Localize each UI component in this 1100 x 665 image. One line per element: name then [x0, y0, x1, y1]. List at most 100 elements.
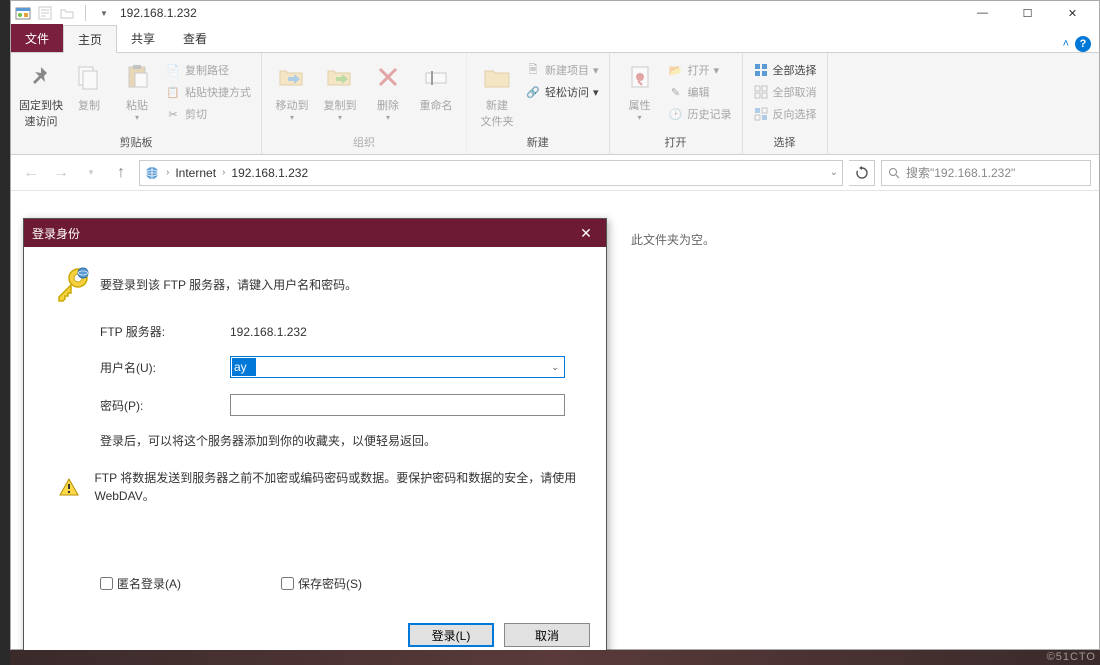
qat-properties-icon[interactable]	[37, 5, 53, 21]
tab-view[interactable]: 查看	[169, 24, 221, 52]
help-icon[interactable]: ?	[1075, 36, 1091, 52]
copy-to-button[interactable]: 复制到▾	[316, 59, 364, 124]
search-box[interactable]: 搜索"192.168.1.232"	[881, 160, 1091, 186]
group-open-label: 打开	[665, 132, 687, 152]
address-box[interactable]: › Internet › 192.168.1.232 ⌄	[139, 160, 843, 186]
new-folder-button[interactable]: 新建 文件夹	[473, 59, 521, 131]
breadcrumb-internet[interactable]: Internet	[175, 166, 216, 180]
nav-back-button[interactable]: ←	[19, 161, 43, 185]
anonymous-checkbox[interactable]: 匿名登录(A)	[100, 575, 181, 592]
paste-shortcut-icon: 📋	[165, 84, 181, 100]
cancel-button[interactable]: 取消	[504, 623, 590, 647]
copy-path-button[interactable]: 📄复制路径	[161, 59, 255, 81]
save-password-checkbox-input[interactable]	[281, 577, 294, 590]
server-value: 192.168.1.232	[230, 325, 307, 339]
minimize-button[interactable]: —	[960, 1, 1005, 25]
password-input[interactable]	[230, 394, 565, 416]
copy-icon	[73, 61, 105, 93]
app-icon	[15, 5, 31, 21]
dialog-close-button[interactable]: ✕	[566, 219, 606, 247]
group-clipboard-label: 剪贴板	[120, 132, 153, 152]
pin-button[interactable]: 固定到快 速访问	[17, 59, 65, 131]
select-none-button[interactable]: 全部取消	[749, 81, 821, 103]
username-label: 用户名(U):	[100, 359, 230, 376]
copy-path-icon: 📄	[165, 62, 181, 78]
menubar: 文件 主页 共享 查看 ˄ ?	[11, 25, 1099, 53]
cut-button[interactable]: ✂剪切	[161, 103, 255, 125]
window-title: 192.168.1.232	[120, 6, 197, 20]
refresh-button[interactable]	[849, 160, 875, 186]
anonymous-checkbox-input[interactable]	[100, 577, 113, 590]
edit-icon: ✎	[668, 84, 684, 100]
server-label: FTP 服务器:	[100, 323, 230, 340]
paste-button[interactable]: 粘贴 ▾	[113, 59, 161, 124]
maximize-button[interactable]: ☐	[1005, 1, 1050, 25]
paste-shortcut-button[interactable]: 📋粘贴快捷方式	[161, 81, 255, 103]
tab-share[interactable]: 共享	[117, 24, 169, 52]
open-icon: 📂	[668, 62, 684, 78]
ribbon: 固定到快 速访问 复制 粘贴 ▾ 📄复制路径 📋粘贴快捷方式 ✂剪切 剪贴板	[11, 53, 1099, 155]
address-dropdown-icon[interactable]: ⌄	[830, 167, 838, 178]
rename-icon	[420, 61, 452, 93]
key-icon	[53, 265, 91, 303]
copy-button[interactable]: 复制	[65, 59, 113, 115]
dialog-intro: 要登录到该 FTP 服务器，请键入用户名和密码。	[100, 276, 357, 293]
titlebar: ▼ 192.168.1.232 — ☐ ✕	[11, 1, 1099, 25]
history-icon: 🕑	[668, 106, 684, 122]
nav-forward-button[interactable]: →	[49, 161, 73, 185]
new-item-icon: 🗎	[525, 62, 541, 78]
move-to-button[interactable]: 移动到▾	[268, 59, 316, 124]
file-menu[interactable]: 文件	[11, 24, 63, 52]
group-organize-label: 组织	[353, 132, 375, 152]
save-password-label: 保存密码(S)	[298, 575, 362, 592]
properties-button[interactable]: 属性▾	[616, 59, 664, 124]
chevron-down-icon[interactable]: ⌄	[546, 357, 564, 377]
search-placeholder: 搜索"192.168.1.232"	[906, 164, 1015, 181]
edit-button[interactable]: ✎编辑	[664, 81, 736, 103]
qat-newfolder-icon[interactable]	[59, 5, 75, 21]
delete-button[interactable]: 删除▾	[364, 59, 412, 124]
password-label: 密码(P):	[100, 397, 230, 414]
copy-to-icon	[324, 61, 356, 93]
dialog-title: 登录身份	[32, 225, 80, 242]
new-item-button[interactable]: 🗎新建项目 ▾	[521, 59, 603, 81]
cut-icon: ✂	[165, 106, 181, 122]
login-button[interactable]: 登录(L)	[408, 623, 494, 647]
new-folder-icon	[481, 61, 513, 93]
ribbon-collapse-icon[interactable]: ˄	[1063, 38, 1069, 50]
search-icon	[888, 167, 900, 179]
security-note: FTP 将数据发送到服务器之前不加密或编码密码或数据。要保护密码和数据的安全，请…	[94, 469, 586, 505]
internet-icon	[144, 165, 160, 181]
username-input[interactable]	[232, 358, 256, 376]
breadcrumb-host[interactable]: 192.168.1.232	[231, 166, 308, 180]
select-all-icon	[753, 62, 769, 78]
move-to-icon	[276, 61, 308, 93]
username-combobox[interactable]: ⌄	[230, 356, 565, 378]
history-button[interactable]: 🕑历史记录	[664, 103, 736, 125]
delete-icon	[372, 61, 404, 93]
watermark: ©51CTO	[1047, 651, 1096, 663]
qat-dropdown-icon[interactable]: ▼	[96, 5, 112, 21]
close-button[interactable]: ✕	[1050, 1, 1095, 25]
open-button[interactable]: 📂打开 ▾	[664, 59, 736, 81]
select-none-icon	[753, 84, 769, 100]
anonymous-label: 匿名登录(A)	[117, 575, 181, 592]
empty-folder-text: 此文件夹为空。	[631, 231, 715, 248]
easy-access-button[interactable]: 🔗轻松访问 ▾	[521, 81, 603, 103]
select-all-button[interactable]: 全部选择	[749, 59, 821, 81]
rename-button[interactable]: 重命名	[412, 59, 460, 115]
group-new-label: 新建	[527, 132, 549, 152]
dialog-titlebar: 登录身份 ✕	[24, 219, 606, 247]
nav-up-button[interactable]: ↑	[109, 161, 133, 185]
addressbar: ← → ▾ ↑ › Internet › 192.168.1.232 ⌄ 搜索"…	[11, 155, 1099, 191]
invert-icon	[753, 106, 769, 122]
group-select-label: 选择	[774, 132, 796, 152]
invert-selection-button[interactable]: 反向选择	[749, 103, 821, 125]
tab-home[interactable]: 主页	[63, 25, 117, 53]
properties-icon	[624, 61, 656, 93]
paste-icon	[121, 61, 153, 93]
save-password-checkbox[interactable]: 保存密码(S)	[281, 575, 362, 592]
pin-icon	[25, 61, 57, 93]
nav-recent-button[interactable]: ▾	[79, 161, 103, 185]
login-dialog: 登录身份 ✕ 要登录到该 FTP 服务器，请键入用户名和密码。 FTP 服务器:…	[23, 218, 607, 658]
